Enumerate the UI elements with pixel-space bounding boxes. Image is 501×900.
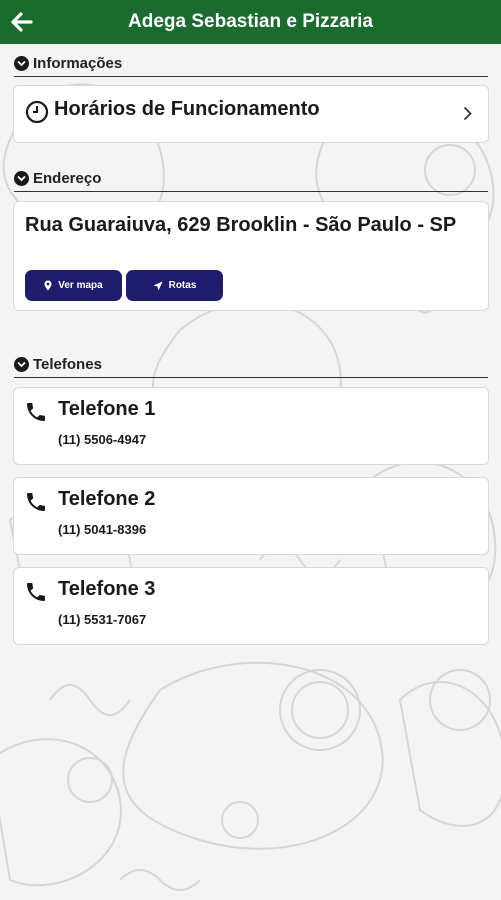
phone-number: (11) 5531-7067 — [58, 612, 147, 627]
arrow-left-icon — [11, 12, 33, 32]
chevron-down-icon — [14, 171, 29, 186]
section-address-title: Endereço — [33, 170, 102, 187]
navigation-arrow-icon — [153, 281, 163, 290]
routes-label: Rotas — [168, 280, 197, 291]
phone-number: (11) 5506-4947 — [58, 432, 147, 447]
section-info-header[interactable]: Informações — [14, 51, 488, 77]
page-title: Adega Sebastian e Pizzaria — [128, 11, 373, 32]
phone-name: Telefone 1 — [58, 398, 156, 420]
section-phones-header[interactable]: Telefones — [14, 352, 488, 378]
phone-number: (11) 5041-8396 — [58, 522, 147, 537]
phone-card[interactable]: Telefone 2 (11) 5041-8396 — [13, 477, 489, 555]
chevron-down-icon — [14, 56, 29, 71]
phone-card[interactable]: Telefone 1 (11) 5506-4947 — [13, 387, 489, 465]
phone-icon — [24, 490, 48, 519]
section-phones-title: Telefones — [33, 356, 102, 373]
opening-hours-card[interactable]: Horários de Funcionamento — [13, 85, 489, 143]
phone-name: Telefone 2 — [58, 488, 156, 510]
phone-icon — [24, 580, 48, 609]
phone-name: Telefone 3 — [58, 578, 156, 600]
phone-card[interactable]: Telefone 3 (11) 5531-7067 — [13, 567, 489, 645]
back-button[interactable] — [8, 8, 36, 36]
app-header: Adega Sebastian e Pizzaria — [0, 0, 501, 44]
clock-icon — [25, 100, 49, 129]
view-map-label: Ver mapa — [58, 280, 103, 291]
routes-button[interactable]: Rotas — [126, 270, 223, 301]
section-address-header[interactable]: Endereço — [14, 166, 488, 192]
address-text: Rua Guaraiuva, 629 Brooklin - São Paulo … — [25, 214, 457, 236]
address-card: Rua Guaraiuva, 629 Brooklin - São Paulo … — [13, 201, 489, 311]
phone-icon — [24, 400, 48, 429]
chevron-right-icon — [463, 106, 472, 126]
view-map-button[interactable]: Ver mapa — [25, 270, 122, 301]
opening-hours-label: Horários de Funcionamento — [54, 98, 320, 120]
map-pin-icon — [44, 280, 52, 291]
section-info-title: Informações — [33, 55, 123, 72]
chevron-down-icon — [14, 357, 29, 372]
